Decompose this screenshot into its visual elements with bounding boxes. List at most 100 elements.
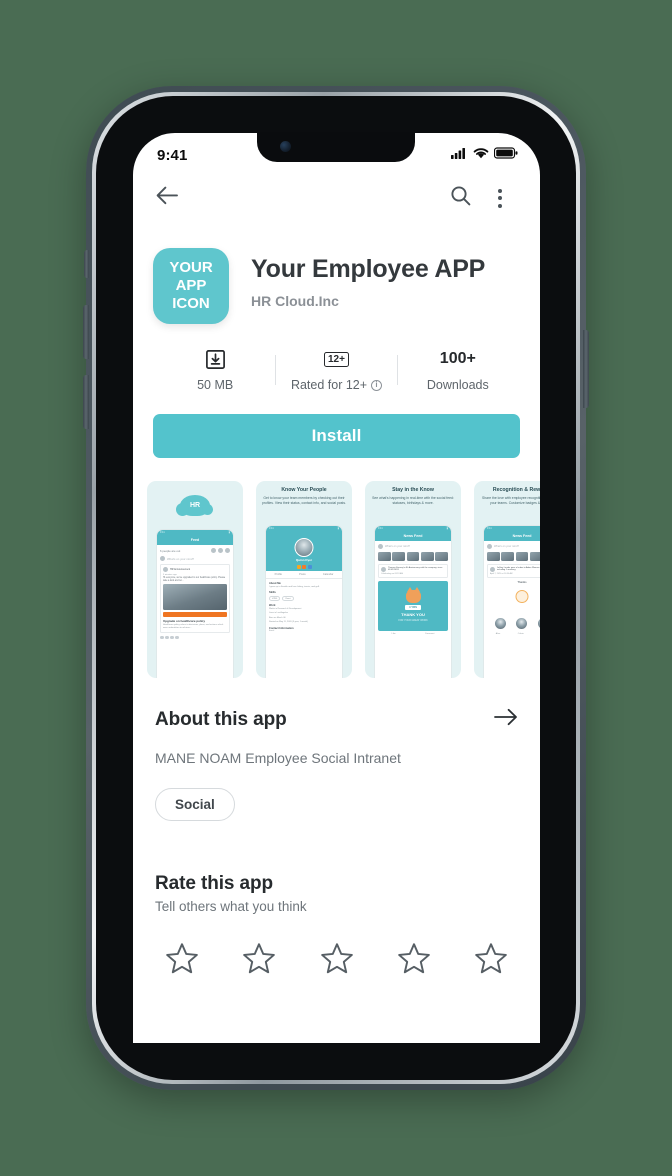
- screenshot-card[interactable]: Stay in the Know See what's happening in…: [365, 481, 461, 678]
- stat-rating-label: Rated for 12+ i: [290, 378, 383, 392]
- phone-screen: 9:41 YOUR APP ICON Your Employee APP HR …: [133, 133, 540, 1043]
- mini-tab-profile: Profile: [274, 573, 282, 576]
- mini-network-label: Thanks: [517, 580, 527, 584]
- stat-downloads-label: Downloads: [426, 378, 489, 392]
- install-button[interactable]: Install: [153, 414, 520, 458]
- overflow-menu-button[interactable]: [480, 178, 520, 218]
- mini-comment-action: Comment: [424, 632, 435, 635]
- mute-switch[interactable]: [84, 250, 89, 278]
- volume-down-button[interactable]: [83, 375, 89, 429]
- mini-feed-prompt: What's on your mind?: [167, 556, 194, 561]
- app-header: YOUR APP ICON Your Employee APP HR Cloud…: [133, 223, 540, 324]
- mini-contact-sub: Email: [269, 629, 275, 632]
- mini-post-time: 5 minutes ago: [163, 573, 177, 576]
- about-heading: About this app: [155, 708, 287, 730]
- stat-downloads: 100+ Downloads: [398, 348, 518, 392]
- rating-star-2[interactable]: [242, 942, 276, 980]
- mini-about-text: I grew up in Seattle and love hiking, te…: [269, 586, 320, 588]
- rating-star-3[interactable]: [320, 942, 354, 980]
- mini-thanks-sub: FOR YOUR GREAT WORK: [398, 618, 428, 622]
- app-title: Your Employee APP: [251, 255, 486, 283]
- screenshot-carousel[interactable]: HR 9:41 ▮ Feed 6 people are out What's on…: [133, 458, 540, 678]
- search-button[interactable]: [440, 178, 480, 218]
- mini-post-text: Jeffrey Lauder gave a kudos to Adam Weav…: [497, 566, 540, 572]
- power-button[interactable]: [583, 330, 589, 408]
- app-icon-line-2: APP: [175, 276, 207, 294]
- hr-logo-text: HR: [189, 502, 201, 509]
- mini-anniversary-ribbon: 4 YRS: [404, 604, 422, 610]
- battery-icon: [493, 146, 518, 164]
- app-icon-line-3: ICON: [172, 295, 210, 313]
- rating-star-1[interactable]: [165, 942, 199, 980]
- about-header[interactable]: About this app: [155, 708, 518, 731]
- rate-section: Rate this app Tell others what you think: [133, 821, 540, 980]
- stat-rating-text: Rated for 12+: [290, 378, 368, 392]
- screenshot-title: Stay in the Know: [392, 487, 434, 493]
- mini-feed-prompt: What's on your mind?: [385, 545, 411, 548]
- mini-feed-prompt: What's on your mind?: [494, 545, 520, 548]
- mini-tab-calendar: Calendar: [322, 573, 334, 576]
- mini-work-item: Started on May 11, 2020 (3 year, 1 month…: [269, 621, 308, 624]
- mini-post-author: Thomas Kenway's 4th Anniversary with the…: [388, 566, 443, 572]
- mini-feed-title: Feed: [190, 538, 200, 542]
- mini-feed-title: News Feed: [403, 534, 423, 538]
- stat-downloads-value: 100+: [439, 350, 476, 367]
- screenshot-title: Recognition & Rewards: [492, 487, 540, 493]
- app-developer[interactable]: HR Cloud.Inc: [251, 293, 485, 309]
- front-camera-icon: [280, 141, 291, 152]
- mini-skills-label: Skills: [269, 591, 276, 594]
- arrow-right-icon[interactable]: [494, 708, 518, 731]
- app-icon-line-1: YOUR: [169, 258, 213, 276]
- rating-star-4[interactable]: [397, 942, 431, 980]
- hr-cloud-logo: HR: [176, 495, 213, 516]
- app-bar: [133, 173, 540, 223]
- status-time: 9:41: [157, 146, 188, 164]
- mini-tab-posts: Posts: [299, 573, 306, 576]
- mini-about-label: About Me: [269, 582, 281, 585]
- rating-star-5[interactable]: [474, 942, 508, 980]
- about-description: MANE NOAM Employee Social Intranet: [155, 750, 401, 766]
- rating-stars[interactable]: [155, 914, 518, 980]
- screenshot-subtitle: Get to know your team members by checkin…: [262, 496, 346, 506]
- phone-notch: [257, 132, 415, 162]
- mini-feed-title: News Feed: [512, 534, 532, 538]
- back-arrow-icon: [156, 186, 178, 210]
- more-vertical-icon: [498, 188, 502, 208]
- app-stats-row: 50 MB 12+ Rated for 12+ i 100+ Downloads: [133, 324, 540, 392]
- app-icon: YOUR APP ICON: [153, 248, 229, 324]
- mini-like-action: Like: [391, 632, 396, 635]
- search-icon: [450, 185, 471, 211]
- rate-heading: Rate this app: [155, 873, 273, 894]
- download-icon: [205, 348, 225, 370]
- age-rating-badge: 12+: [324, 351, 349, 367]
- screenshot-title: Know Your People: [281, 487, 327, 493]
- mini-post-author: HR Announcement: [170, 568, 191, 571]
- mini-people-out: 6 people are out: [160, 548, 181, 553]
- back-button[interactable]: [147, 178, 187, 218]
- fox-mascot-icon: [405, 586, 421, 603]
- mini-post-text: Hi everyone, we've upgraded to our healt…: [163, 577, 226, 583]
- mini-person-name: Calvin: [517, 632, 524, 635]
- screenshot-card[interactable]: Know Your People Get to know your team m…: [256, 481, 352, 678]
- screenshot-subtitle: See what's happening in real-time with t…: [372, 496, 454, 506]
- mini-post-time: April 7, 2020 at 10:30 AM: [490, 573, 513, 576]
- mini-person-name: Alan: [495, 632, 501, 635]
- screenshot-card[interactable]: Recognition & Rewards Share the love wit…: [474, 481, 540, 678]
- stat-rating: 12+ Rated for 12+ i: [276, 348, 396, 392]
- signal-icon: [451, 146, 468, 164]
- category-tag-social[interactable]: Social: [155, 788, 235, 821]
- stat-size-label: 50 MB: [197, 378, 234, 392]
- mini-thanks-title: THANK YOU: [401, 611, 425, 617]
- mini-card-title: Upgrade on healthcare policy: [163, 618, 206, 623]
- info-icon[interactable]: i: [371, 379, 383, 391]
- screenshot-card[interactable]: HR 9:41 ▮ Feed 6 people are out What's on…: [147, 481, 243, 678]
- wifi-icon: [473, 146, 489, 164]
- mini-profile-name: Quinn Dyer: [295, 558, 313, 562]
- screenshot-subtitle: Share the love with employee recognition…: [482, 496, 540, 506]
- mini-post-time: Celebrating on 02/01 AM: [381, 573, 404, 576]
- volume-up-button[interactable]: [83, 305, 89, 359]
- rate-subtitle: Tell others what you think: [155, 899, 307, 914]
- stat-size: 50 MB: [155, 348, 275, 392]
- about-section: About this app MANE NOAM Employee Social…: [133, 678, 540, 821]
- mini-card-text: Healthcare policy refers to decisions, p…: [163, 623, 224, 630]
